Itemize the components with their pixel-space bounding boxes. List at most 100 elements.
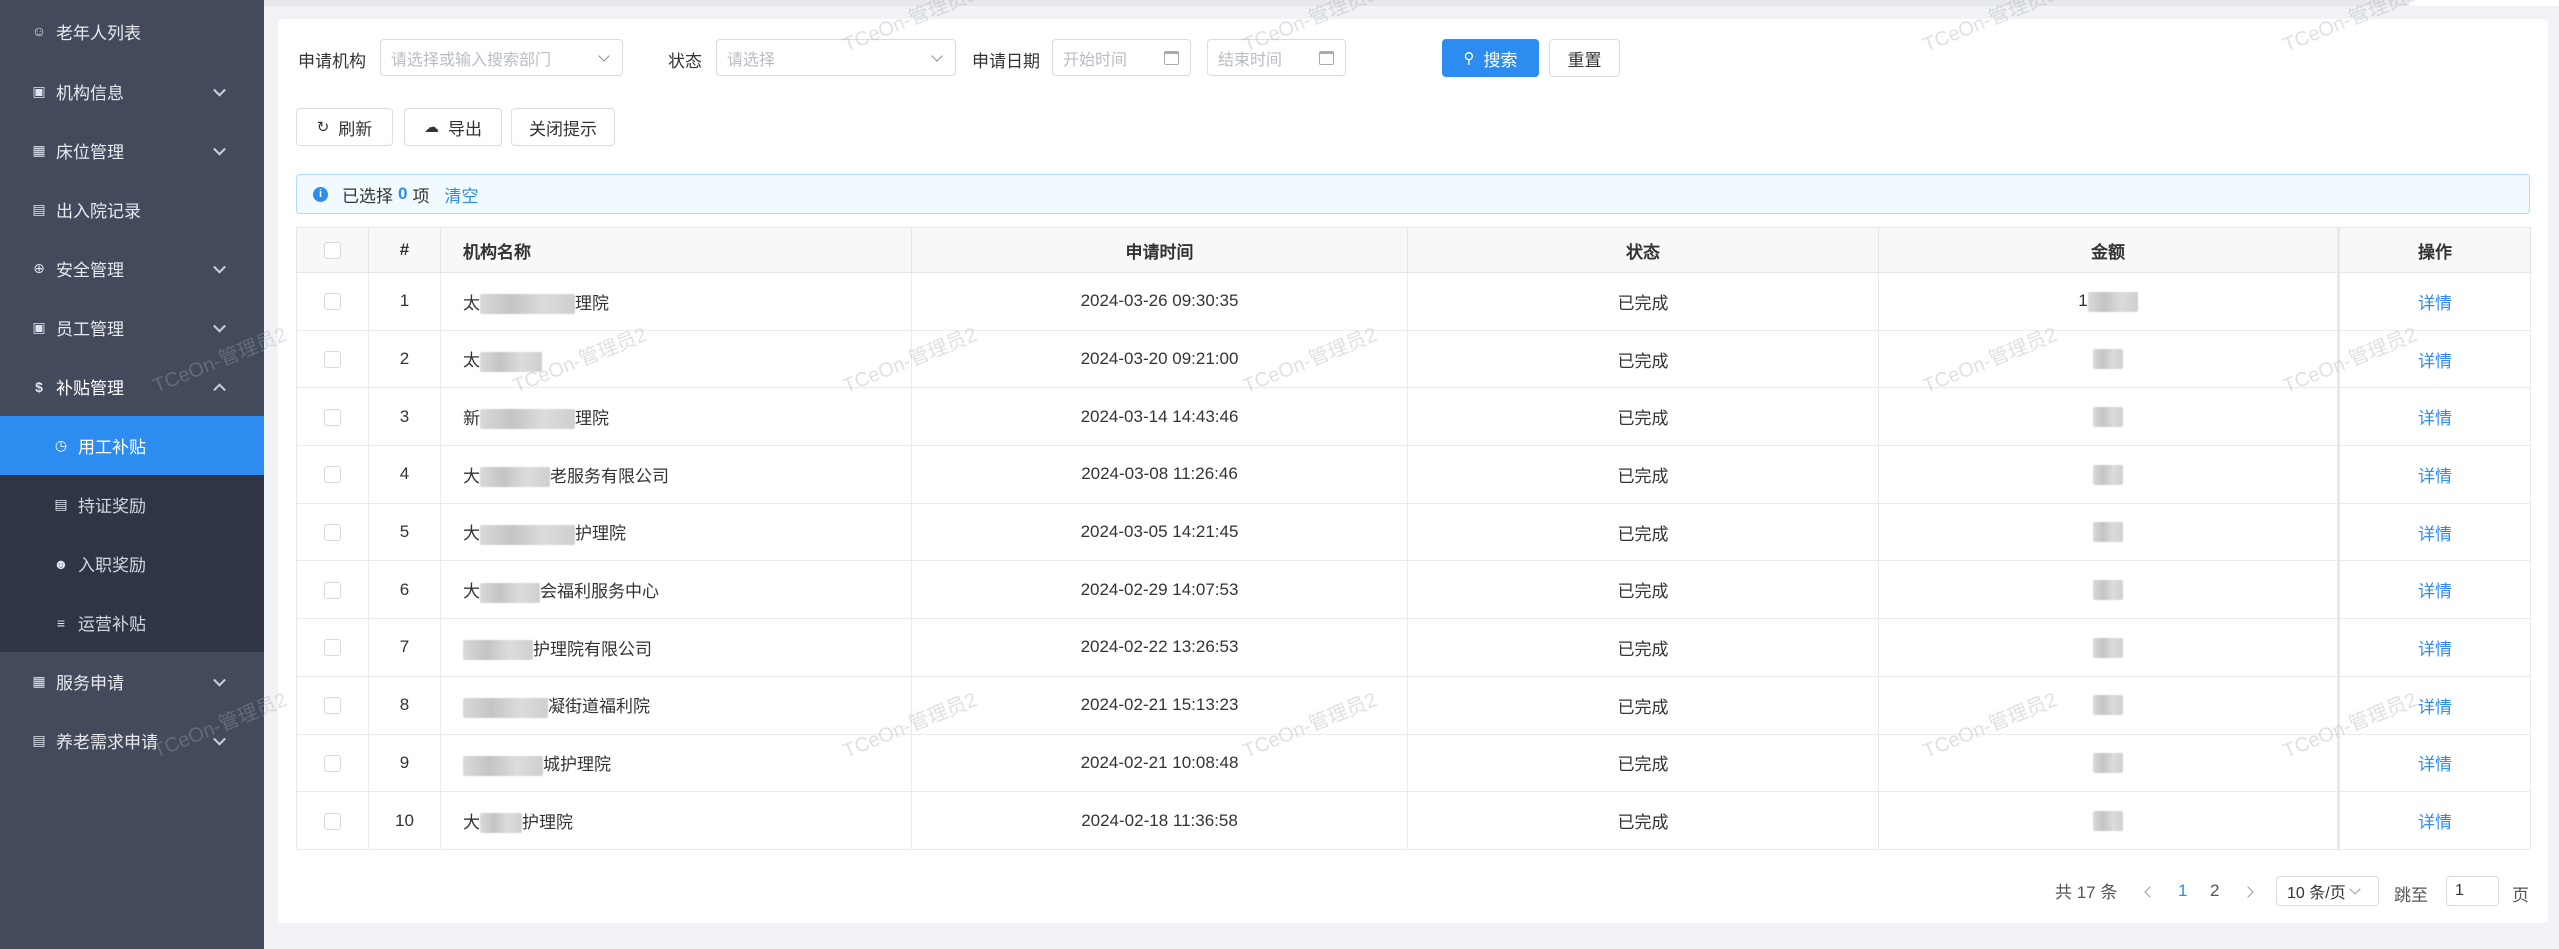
org-name-cell: 大 护理院 (440, 791, 912, 850)
col-header-org-name: 机构名称 (440, 227, 912, 273)
detail-link[interactable]: 详情 (2418, 294, 2452, 313)
page-size-select[interactable]: 10 条/页 (2276, 876, 2379, 906)
row-checkbox[interactable] (324, 351, 341, 369)
chevron-down-icon (2349, 882, 2361, 895)
col-header-action: 操作 (2337, 227, 2531, 273)
org-name-end: 理院 (575, 293, 609, 313)
table-row[interactable]: 9 城护理院 2024-02-21 10:08:48 已完成 详情 (296, 734, 2531, 793)
chevron-down-icon (213, 260, 226, 274)
jump-page-input[interactable]: 1 (2446, 876, 2499, 906)
refresh-button[interactable]: ↻ 刷新 (296, 108, 393, 146)
next-page-button[interactable] (2242, 881, 2254, 901)
sidebar-item-certificate-reward[interactable]: ▤ 持证奖励 (0, 475, 264, 534)
row-select-cell (296, 676, 369, 735)
row-index: 6 (368, 560, 441, 620)
status-text: 已完成 (1407, 734, 1879, 793)
table-row[interactable]: 7 护理院有限公司 2024-02-22 13:26:53 已完成 详情 (296, 618, 2531, 677)
detail-link[interactable]: 详情 (2418, 582, 2452, 601)
sidebar-item-employment-subsidy[interactable]: ◷ 用工补贴 (0, 416, 264, 475)
action-cell: 详情 (2337, 618, 2531, 677)
status-text: 已完成 (1407, 330, 1879, 389)
detail-link[interactable]: 详情 (2418, 813, 2452, 832)
sidebar-item-org-info[interactable]: ▣ 机构信息 (0, 62, 264, 121)
redacted-text (480, 582, 540, 603)
table-row[interactable]: 5 大 护理院 2024-03-05 14:21:45 已完成 详情 (296, 503, 2531, 562)
selection-alert: i 已选择 0 项 清空 (296, 174, 2530, 214)
top-strip (264, 0, 2559, 6)
redacted-text (480, 294, 575, 315)
calendar-icon (1319, 51, 1334, 65)
table-row[interactable]: 1 太 理院 2024-03-26 09:30:35 已完成 1 详情 (296, 272, 2531, 331)
total-count: 共 17 条 (2055, 883, 2118, 902)
detail-link[interactable]: 详情 (2418, 698, 2452, 717)
action-cell: 详情 (2337, 272, 2531, 331)
row-checkbox[interactable] (324, 812, 341, 830)
row-checkbox[interactable] (324, 293, 341, 311)
chevron-up-icon (213, 382, 226, 396)
sidebar-item-label: 入职奖励 (78, 556, 146, 575)
apply-time: 2024-03-20 09:21:00 (911, 330, 1408, 389)
table-row[interactable]: 10 大 护理院 2024-02-18 11:36:58 已完成 详情 (296, 791, 2531, 850)
sidebar-item-operation-subsidy[interactable]: ≡ 运营补贴 (0, 593, 264, 652)
detail-link[interactable]: 详情 (2418, 352, 2452, 371)
sidebar-item-service-application[interactable]: ▦ 服务申请 (0, 652, 264, 711)
table-row[interactable]: 3 新 理院 2024-03-14 14:43:46 已完成 详情 (296, 387, 2531, 447)
page-2[interactable]: 2 (2210, 881, 2219, 901)
sidebar: ☺ 老年人列表 ▣ 机构信息 ▦ 床位管理 ▤ 出入院记录 ⊕ 安全管理 ▣ 员… (0, 0, 264, 949)
amount-cell (1878, 330, 2339, 389)
row-checkbox[interactable] (324, 581, 341, 599)
table-row[interactable]: 8 凝街道福利院 2024-02-21 15:13:23 已完成 详情 (296, 676, 2531, 735)
table-row[interactable]: 4 大 老服务有限公司 2024-03-08 11:26:46 已完成 详情 (296, 445, 2531, 504)
detail-link[interactable]: 详情 (2418, 525, 2452, 544)
table-row[interactable]: 6 大 会福利服务中心 2024-02-29 14:07:53 已完成 详情 (296, 560, 2531, 620)
detail-link[interactable]: 详情 (2418, 755, 2452, 774)
sidebar-item-subsidy-management[interactable]: $ 补贴管理 (0, 357, 264, 416)
clear-selection-link[interactable]: 清空 (444, 182, 478, 207)
sidebar-item-elderly-list[interactable]: ☺ 老年人列表 (0, 0, 264, 62)
row-checkbox[interactable] (324, 697, 341, 715)
reset-button[interactable]: 重置 (1549, 39, 1620, 77)
sidebar-item-label: 出入院记录 (56, 202, 141, 221)
row-index: 7 (368, 618, 441, 677)
row-checkbox[interactable] (324, 524, 341, 542)
amount-cell (1878, 445, 2339, 504)
row-checkbox[interactable] (324, 754, 341, 772)
sidebar-item-admission-records[interactable]: ▤ 出入院记录 (0, 180, 264, 239)
sidebar-item-bed-management[interactable]: ▦ 床位管理 (0, 121, 264, 180)
sidebar-item-staff-management[interactable]: ▣ 员工管理 (0, 298, 264, 357)
org-name-start: 大 (463, 524, 480, 544)
col-header-apply-time: 申请时间 (911, 227, 1408, 273)
start-date-input[interactable]: 开始时间 (1052, 39, 1191, 76)
action-cell: 详情 (2337, 560, 2531, 620)
row-index: 4 (368, 445, 441, 504)
export-button[interactable]: ☁ 导出 (404, 108, 502, 146)
status-select[interactable]: 请选择 (716, 39, 956, 76)
search-button[interactable]: ⚲ 搜索 (1442, 39, 1539, 77)
row-checkbox[interactable] (324, 408, 341, 426)
select-all-checkbox[interactable] (324, 242, 341, 260)
col-header-status: 状态 (1407, 227, 1879, 273)
detail-link[interactable]: 详情 (2418, 409, 2452, 428)
prev-page-button[interactable] (2144, 881, 2156, 901)
table-row[interactable]: 2 太 2024-03-20 09:21:00 已完成 详情 (296, 330, 2531, 389)
org-select[interactable]: 请选择或输入搜索部门 (380, 39, 623, 76)
close-tip-button[interactable]: 关闭提示 (511, 108, 615, 146)
sidebar-item-care-demand-application[interactable]: ▤ 养老需求申请 (0, 711, 264, 770)
status-text: 已完成 (1407, 503, 1879, 562)
sidebar-item-safety-management[interactable]: ⊕ 安全管理 (0, 239, 264, 298)
alert-suffix: 项 (412, 186, 430, 206)
staff-icon: ▣ (32, 319, 46, 335)
apply-time: 2024-03-08 11:26:46 (911, 445, 1408, 504)
action-cell: 详情 (2337, 445, 2531, 504)
chevron-down-icon (213, 732, 226, 746)
row-checkbox[interactable] (324, 639, 341, 657)
page-1[interactable]: 1 (2178, 881, 2187, 901)
chevron-down-icon (213, 319, 226, 333)
row-checkbox[interactable] (324, 466, 341, 484)
calendar-icon: ▦ (32, 673, 46, 689)
end-date-input[interactable]: 结束时间 (1207, 39, 1346, 76)
amount-cell (1878, 734, 2339, 793)
detail-link[interactable]: 详情 (2418, 467, 2452, 486)
sidebar-item-onboarding-reward[interactable]: ☻ 入职奖励 (0, 534, 264, 593)
detail-link[interactable]: 详情 (2418, 640, 2452, 659)
